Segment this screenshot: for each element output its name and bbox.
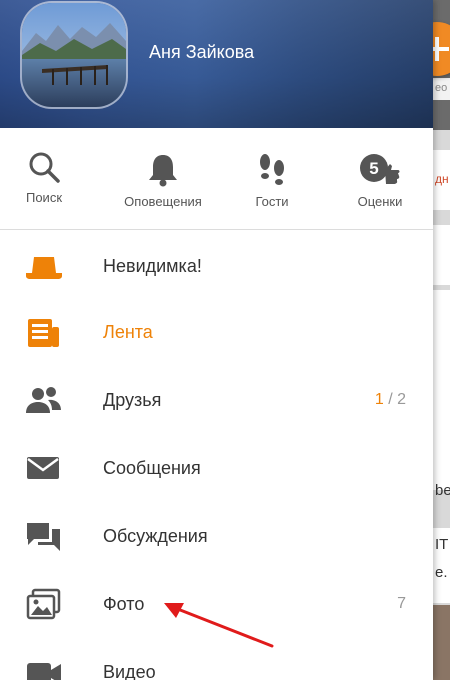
menu-item-discussions[interactable]: Обсуждения xyxy=(0,503,433,571)
background-snippet: be xyxy=(435,482,450,499)
background-app-tab: ео xyxy=(433,78,450,100)
menu-item-label: Обсуждения xyxy=(103,526,208,546)
quick-action-label: Поиск xyxy=(25,190,63,205)
background-snippet: дн xyxy=(435,172,449,186)
hat-icon xyxy=(26,257,62,279)
landscape-photo-image xyxy=(22,3,126,107)
quick-action-label: Оповещения xyxy=(124,194,202,209)
photos-icon xyxy=(26,588,61,620)
video-camera-icon xyxy=(27,663,61,680)
menu-item-video[interactable]: Видео xyxy=(0,639,433,680)
news-icon xyxy=(28,319,59,347)
menu-item-invisible[interactable]: Невидимка! xyxy=(0,233,433,301)
five-plus-icon: 5 xyxy=(360,154,400,184)
background-snippet: e. xyxy=(435,564,448,581)
menu-item-messages[interactable]: Сообщения xyxy=(0,435,433,503)
menu-item-friends[interactable]: Друзья 1 / 2 xyxy=(0,367,433,435)
background-snippet: ео xyxy=(435,82,448,94)
avatar[interactable] xyxy=(22,3,126,107)
menu-item-label: Фото xyxy=(103,594,145,614)
photos-count: 7 xyxy=(397,595,406,612)
menu-item-photos[interactable]: Фото 7 xyxy=(0,571,433,639)
svg-text:5: 5 xyxy=(369,159,378,178)
background-snippet: IT xyxy=(435,536,449,553)
navigation-drawer: Аня Зайкова Поиск Оповещения Гости 5 Оце… xyxy=(0,0,433,680)
user-name[interactable]: Аня Зайкова xyxy=(149,42,254,63)
footprints-icon xyxy=(260,154,284,185)
menu-item-label: Друзья xyxy=(103,390,162,410)
chat-bubbles-icon xyxy=(27,523,60,551)
quick-action-label: Оценки xyxy=(357,194,403,209)
envelope-icon xyxy=(27,457,59,479)
background-app-card: be xyxy=(433,290,450,499)
quick-action-guests[interactable]: Гости xyxy=(232,128,312,230)
magnifier-icon xyxy=(29,152,60,183)
quick-action-search[interactable]: Поиск xyxy=(4,128,84,230)
menu-item-label: Видео xyxy=(103,662,156,680)
quick-action-label: Гости xyxy=(255,194,289,209)
profile-header[interactable]: Аня Зайкова xyxy=(0,0,433,128)
background-app-card: IT e. xyxy=(433,528,450,603)
friends-count-separator: / xyxy=(383,391,398,408)
quick-action-notifications[interactable]: Оповещения xyxy=(108,128,218,230)
quick-actions-bar: Поиск Оповещения Гости 5 Оценки xyxy=(0,128,433,230)
friends-count: 1 / 2 xyxy=(375,391,406,409)
menu-item-label: Лента xyxy=(103,322,153,342)
menu-item-feed[interactable]: Лента xyxy=(0,299,433,367)
background-app-card: дн xyxy=(433,150,450,210)
friends-count-total: 2 xyxy=(397,391,406,408)
friends-count-new: 1 xyxy=(374,391,384,408)
bell-icon xyxy=(149,155,177,187)
menu-item-label: Невидимка! xyxy=(103,256,202,276)
background-app-card xyxy=(433,225,450,285)
background-app-strip: ео дн be IT e. xyxy=(433,0,450,680)
quick-action-ratings[interactable]: 5 Оценки xyxy=(340,128,420,230)
background-app-image xyxy=(433,605,450,680)
people-icon xyxy=(26,387,61,413)
menu-item-label: Сообщения xyxy=(103,458,201,478)
